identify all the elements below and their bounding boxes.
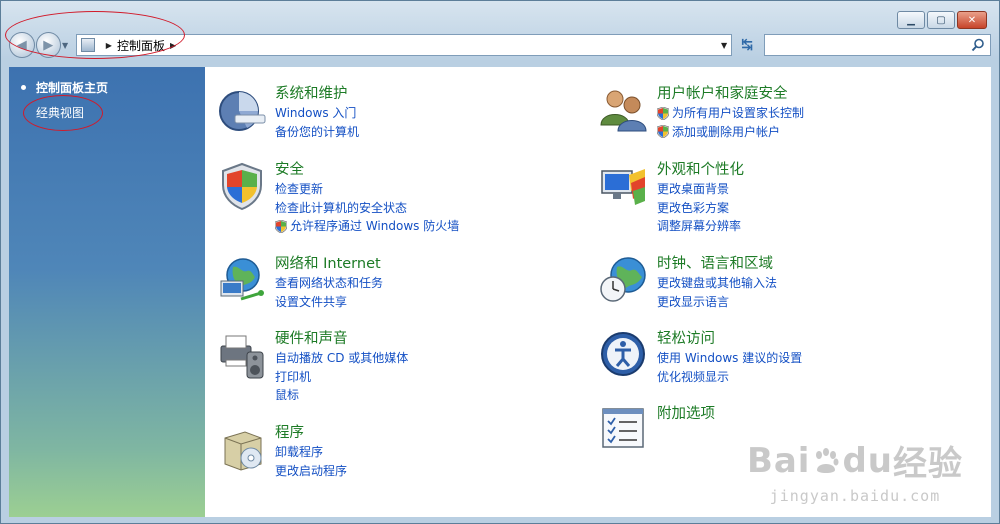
forward-button[interactable]: ▶ bbox=[35, 32, 61, 58]
category-hardware-sound: 硬件和声音 自动播放 CD 或其他媒体 打印机 鼠标 bbox=[217, 330, 408, 405]
appearance-monitor-icon[interactable] bbox=[599, 161, 649, 211]
address-bar[interactable]: ▶ 控制面板 ▶ ▼ bbox=[75, 34, 733, 56]
link-add-remove-accounts[interactable]: 添加或删除用户帐户 bbox=[657, 123, 804, 142]
link-optimize-display[interactable]: 优化视频显示 bbox=[657, 368, 802, 387]
checklist-icon[interactable] bbox=[599, 405, 649, 455]
link-screen-resolution[interactable]: 调整屏幕分辨率 bbox=[657, 217, 744, 236]
category-title-security[interactable]: 安全 bbox=[275, 161, 459, 179]
category-title-clock[interactable]: 时钟、语言和区域 bbox=[657, 255, 777, 273]
uac-shield-icon bbox=[657, 106, 669, 120]
security-shield-icon[interactable] bbox=[217, 161, 267, 211]
sidebar-item-classic-view[interactable]: 经典视图 bbox=[21, 104, 205, 121]
category-system-maintenance: 系统和维护 Windows 入门 备份您的计算机 bbox=[217, 85, 359, 141]
sidebar-item-home[interactable]: 控制面板主页 bbox=[21, 79, 205, 96]
address-dropdown-button[interactable]: ▼ bbox=[721, 41, 727, 50]
search-icon[interactable] bbox=[971, 38, 985, 52]
printer-speaker-icon[interactable] bbox=[217, 330, 267, 380]
back-button[interactable]: ◀ bbox=[9, 32, 35, 58]
category-title-system[interactable]: 系统和维护 bbox=[275, 85, 359, 103]
link-desktop-background[interactable]: 更改桌面背景 bbox=[657, 180, 744, 199]
link-file-sharing[interactable]: 设置文件共享 bbox=[275, 293, 383, 312]
clock-globe-icon[interactable] bbox=[599, 255, 649, 305]
link-backup-computer[interactable]: 备份您的计算机 bbox=[275, 123, 359, 142]
category-title-programs[interactable]: 程序 bbox=[275, 424, 347, 442]
sidebar: 控制面板主页 经典视图 bbox=[9, 67, 205, 517]
breadcrumb-control-panel[interactable]: 控制面板 bbox=[117, 37, 165, 54]
breadcrumb-arrow-icon[interactable]: ▶ bbox=[106, 41, 112, 50]
category-user-accounts: 用户帐户和家庭安全 为所有用户设置家长控制 添加或删除用户帐户 bbox=[599, 85, 804, 141]
breadcrumb-chevron-icon[interactable]: ▶ bbox=[170, 41, 176, 50]
category-appearance: 外观和个性化 更改桌面背景 更改色彩方案 调整屏幕分辨率 bbox=[599, 161, 744, 236]
category-title-additional[interactable]: 附加选项 bbox=[657, 405, 715, 423]
category-title-ease[interactable]: 轻松访问 bbox=[657, 330, 802, 348]
system-maintenance-icon[interactable] bbox=[217, 85, 267, 135]
category-title-hardware[interactable]: 硬件和声音 bbox=[275, 330, 408, 348]
link-allow-firewall-program[interactable]: 允许程序通过 Windows 防火墙 bbox=[275, 217, 459, 236]
link-check-security-status[interactable]: 检查此计算机的安全状态 bbox=[275, 199, 459, 218]
category-view: 系统和维护 Windows 入门 备份您的计算机 安全 检查更新 检查此计算机的… bbox=[205, 67, 991, 517]
search-input[interactable] bbox=[764, 35, 965, 55]
category-ease-of-access: 轻松访问 使用 Windows 建议的设置 优化视频显示 bbox=[599, 330, 802, 386]
refresh-icon[interactable]: ↹ bbox=[736, 34, 758, 56]
navigation-bar: ◀ ▶ ▼ ▶ 控制面板 ▶ ▼ ↹ bbox=[9, 31, 991, 59]
close-button[interactable]: ✕ bbox=[957, 11, 987, 29]
bullet-icon bbox=[21, 85, 26, 90]
link-display-language[interactable]: 更改显示语言 bbox=[657, 293, 777, 312]
link-keyboard-input[interactable]: 更改键盘或其他输入法 bbox=[657, 274, 777, 293]
uac-shield-icon bbox=[657, 125, 669, 139]
link-autoplay[interactable]: 自动播放 CD 或其他媒体 bbox=[275, 349, 408, 368]
uac-shield-icon bbox=[275, 219, 287, 233]
minimize-button[interactable]: ▁ bbox=[897, 11, 925, 29]
category-title-users[interactable]: 用户帐户和家庭安全 bbox=[657, 85, 804, 103]
history-dropdown[interactable]: ▼ bbox=[62, 41, 72, 50]
category-clock-language-region: 时钟、语言和区域 更改键盘或其他输入法 更改显示语言 bbox=[599, 255, 777, 311]
link-label[interactable]: 为所有用户设置家长控制 bbox=[672, 104, 804, 123]
link-color-scheme[interactable]: 更改色彩方案 bbox=[657, 199, 744, 218]
programs-box-icon[interactable] bbox=[217, 424, 267, 474]
search-box[interactable] bbox=[763, 34, 991, 56]
control-panel-window: ▁ ▢ ✕ ◀ ▶ ▼ ▶ 控制面板 ▶ ▼ ↹ 控制面板主页 经典视图 系统和… bbox=[0, 0, 1000, 524]
link-printers[interactable]: 打印机 bbox=[275, 368, 408, 387]
link-startup-programs[interactable]: 更改启动程序 bbox=[275, 462, 347, 481]
sidebar-item-label: 控制面板主页 bbox=[36, 81, 109, 95]
link-recommended-settings[interactable]: 使用 Windows 建议的设置 bbox=[657, 349, 802, 368]
category-security: 安全 检查更新 检查此计算机的安全状态 允许程序通过 Windows 防火墙 bbox=[217, 161, 459, 236]
link-uninstall-program[interactable]: 卸载程序 bbox=[275, 443, 347, 462]
link-parental-controls[interactable]: 为所有用户设置家长控制 bbox=[657, 104, 804, 123]
category-title-network[interactable]: 网络和 Internet bbox=[275, 255, 383, 273]
link-label[interactable]: 添加或删除用户帐户 bbox=[672, 123, 780, 142]
sidebar-item-label: 经典视图 bbox=[36, 106, 85, 120]
link-network-status[interactable]: 查看网络状态和任务 bbox=[275, 274, 383, 293]
category-programs: 程序 卸载程序 更改启动程序 bbox=[217, 424, 347, 480]
category-title-appearance[interactable]: 外观和个性化 bbox=[657, 161, 744, 179]
link-mouse[interactable]: 鼠标 bbox=[275, 386, 408, 405]
control-panel-folder-icon bbox=[80, 38, 95, 52]
category-network-internet: 网络和 Internet 查看网络状态和任务 设置文件共享 bbox=[217, 255, 383, 311]
maximize-button[interactable]: ▢ bbox=[927, 11, 955, 29]
link-label[interactable]: 允许程序通过 Windows 防火墙 bbox=[290, 217, 459, 236]
category-additional-options: 附加选项 bbox=[599, 405, 715, 455]
users-icon[interactable] bbox=[599, 85, 649, 135]
window-controls: ▁ ▢ ✕ bbox=[897, 11, 987, 29]
link-windows-getting-started[interactable]: Windows 入门 bbox=[275, 104, 359, 123]
network-globe-icon[interactable] bbox=[217, 255, 267, 305]
ease-of-access-icon[interactable] bbox=[599, 330, 649, 380]
link-check-updates[interactable]: 检查更新 bbox=[275, 180, 459, 199]
